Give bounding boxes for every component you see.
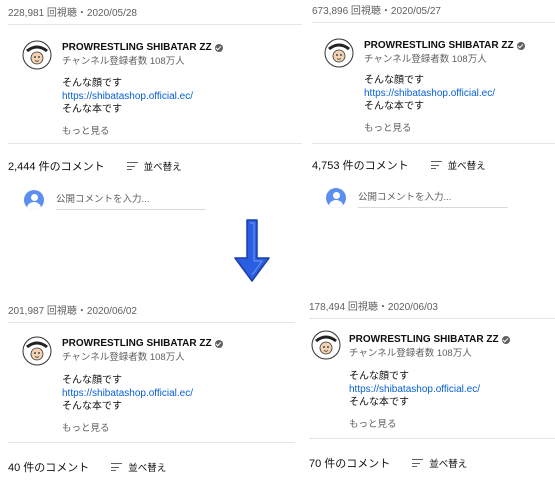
sort-label: 並べ替え bbox=[447, 161, 486, 172]
description: そんな顔です https://shibatashop.official.ec/ … bbox=[364, 74, 495, 113]
sort-button[interactable]: 並べ替え bbox=[111, 460, 166, 474]
user-avatar-icon bbox=[24, 190, 44, 210]
comment-count: 40 件のコメント bbox=[8, 462, 90, 474]
comment-count: 70 件のコメント bbox=[309, 458, 391, 470]
channel-logo-icon bbox=[311, 330, 341, 360]
video-panel-1: 228,981 回視聴・2020/05/28 PROWRESTLING SHIB… bbox=[0, 0, 302, 216]
divider bbox=[309, 438, 555, 439]
description-line-2: そんな本です bbox=[364, 101, 424, 112]
channel-logo-icon bbox=[22, 336, 52, 366]
channel-avatar[interactable] bbox=[311, 330, 341, 360]
sort-icon bbox=[126, 162, 138, 171]
views-date: 228,981 回視聴・2020/05/28 bbox=[8, 8, 137, 19]
channel-name-text[interactable]: PROWRESTLING SHIBATAR ZZ bbox=[62, 42, 212, 53]
divider bbox=[8, 442, 295, 443]
channel-name[interactable]: PROWRESTLING SHIBATAR ZZ bbox=[349, 334, 510, 345]
subscriber-count: チャンネル登録者数 108万人 bbox=[62, 56, 185, 67]
channel-avatar[interactable] bbox=[22, 40, 52, 70]
user-avatar-icon bbox=[326, 188, 346, 208]
comment-box[interactable]: 公開コメントを入力... bbox=[326, 188, 508, 208]
video-panel-4: 178,494 回視聴・2020/06/03 PROWRESTLING SHIB… bbox=[295, 292, 555, 480]
description-line-1: そんな顔です bbox=[364, 75, 424, 86]
comments-header: 4,753 件のコメント 並べ替え bbox=[312, 157, 486, 173]
video-panel-3: 201,987 回視聴・2020/06/02 PROWRESTLING SHIB… bbox=[0, 292, 295, 480]
subscriber-count: チャンネル登録者数 108万人 bbox=[62, 352, 185, 363]
channel-name-text[interactable]: PROWRESTLING SHIBATAR ZZ bbox=[349, 334, 499, 345]
down-arrow-icon bbox=[234, 219, 270, 282]
verified-icon bbox=[501, 335, 510, 344]
description-line-2: そんな本です bbox=[62, 401, 122, 412]
comment-input[interactable]: 公開コメントを入力... bbox=[56, 191, 206, 210]
show-more-button[interactable]: もっと見る bbox=[349, 416, 397, 430]
description: そんな顔です https://shibatashop.official.ec/ … bbox=[62, 77, 193, 116]
comment-count: 2,444 件のコメント bbox=[8, 161, 105, 173]
description-line-1: そんな顔です bbox=[349, 371, 409, 382]
description-line-2: そんな本です bbox=[349, 397, 409, 408]
views-date: 178,494 回視聴・2020/06/03 bbox=[309, 302, 438, 313]
comments-header: 70 件のコメント 並べ替え bbox=[309, 455, 467, 471]
divider bbox=[8, 322, 295, 323]
channel-name-text[interactable]: PROWRESTLING SHIBATAR ZZ bbox=[364, 40, 514, 51]
show-more-button[interactable]: もっと見る bbox=[62, 420, 110, 434]
divider bbox=[312, 143, 555, 144]
show-more-button[interactable]: もっと見る bbox=[62, 123, 110, 137]
sort-icon bbox=[430, 161, 442, 170]
divider bbox=[309, 318, 555, 319]
comment-box[interactable]: 公開コメントを入力... bbox=[24, 190, 206, 210]
sort-button[interactable]: 並べ替え bbox=[430, 158, 486, 172]
views-date: 673,896 回視聴・2020/05/27 bbox=[312, 6, 441, 17]
divider bbox=[8, 24, 302, 25]
description: そんな顔です https://shibatashop.official.ec/ … bbox=[349, 370, 480, 409]
sort-button[interactable]: 並べ替え bbox=[126, 159, 182, 173]
sort-label: 並べ替え bbox=[429, 459, 468, 470]
shop-link[interactable]: https://shibatashop.official.ec/ bbox=[364, 87, 495, 100]
video-panel-2: 673,896 回視聴・2020/05/27 PROWRESTLING SHIB… bbox=[302, 0, 555, 216]
comment-input[interactable]: 公開コメントを入力... bbox=[358, 189, 508, 208]
description-line-2: そんな本です bbox=[62, 104, 122, 115]
verified-icon bbox=[214, 339, 223, 348]
channel-name[interactable]: PROWRESTLING SHIBATAR ZZ bbox=[62, 42, 223, 53]
shop-link[interactable]: https://shibatashop.official.ec/ bbox=[349, 383, 480, 396]
subscriber-count: チャンネル登録者数 108万人 bbox=[364, 54, 487, 65]
subscriber-count: チャンネル登録者数 108万人 bbox=[349, 348, 472, 359]
comments-header: 40 件のコメント 並べ替え bbox=[8, 459, 166, 475]
shop-link[interactable]: https://shibatashop.official.ec/ bbox=[62, 387, 193, 400]
views-date: 201,987 回視聴・2020/06/02 bbox=[8, 306, 137, 317]
divider bbox=[312, 22, 555, 23]
comment-count: 4,753 件のコメント bbox=[312, 160, 409, 172]
show-more-button[interactable]: もっと見る bbox=[364, 120, 412, 134]
shop-link[interactable]: https://shibatashop.official.ec/ bbox=[62, 90, 193, 103]
verified-icon bbox=[516, 41, 525, 50]
sort-label: 並べ替え bbox=[143, 162, 182, 173]
sort-label: 並べ替え bbox=[128, 463, 167, 474]
description-line-1: そんな顔です bbox=[62, 78, 122, 89]
divider bbox=[8, 143, 302, 144]
description: そんな顔です https://shibatashop.official.ec/ … bbox=[62, 374, 193, 413]
sort-icon bbox=[111, 463, 123, 472]
channel-avatar[interactable] bbox=[22, 336, 52, 366]
channel-logo-icon bbox=[22, 40, 52, 70]
description-line-1: そんな顔です bbox=[62, 375, 122, 386]
sort-icon bbox=[412, 459, 424, 468]
channel-name-text[interactable]: PROWRESTLING SHIBATAR ZZ bbox=[62, 338, 212, 349]
channel-name[interactable]: PROWRESTLING SHIBATAR ZZ bbox=[62, 338, 223, 349]
channel-logo-icon bbox=[324, 38, 354, 68]
comments-header: 2,444 件のコメント 並べ替え bbox=[8, 158, 182, 174]
channel-name[interactable]: PROWRESTLING SHIBATAR ZZ bbox=[364, 40, 525, 51]
channel-avatar[interactable] bbox=[324, 38, 354, 68]
sort-button[interactable]: 並べ替え bbox=[412, 456, 467, 470]
verified-icon bbox=[214, 43, 223, 52]
